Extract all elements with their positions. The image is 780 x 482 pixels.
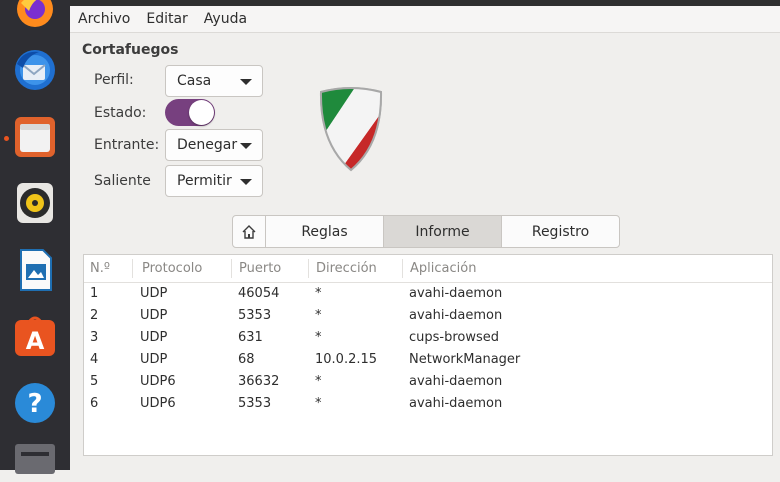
cell-number: 5 — [90, 374, 99, 389]
thunderbird-icon[interactable] — [12, 47, 58, 93]
incoming-label: Entrante: — [94, 137, 160, 153]
cell-application: avahi-daemon — [409, 396, 503, 411]
cell-port: 68 — [238, 352, 255, 367]
outgoing-value: Permitir — [177, 173, 232, 189]
outgoing-label: Saliente — [94, 173, 151, 189]
cell-application: avahi-daemon — [409, 374, 503, 389]
running-indicator — [4, 136, 9, 141]
tab-registro[interactable]: Registro — [501, 216, 619, 247]
view-tabs: Reglas Informe Registro — [232, 215, 620, 248]
cell-number: 4 — [90, 352, 99, 367]
cell-address: * — [315, 396, 322, 411]
outgoing-combo[interactable]: Permitir — [165, 165, 263, 197]
table-row[interactable]: 4 UDP 68 10.0.2.15 NetworkManager — [84, 349, 772, 371]
menu-ayuda[interactable]: Ayuda — [196, 6, 255, 32]
tab-home[interactable] — [233, 216, 265, 247]
status-area — [70, 456, 780, 470]
column-header[interactable]: N.º — [90, 261, 110, 276]
cell-protocol: UDP — [140, 286, 168, 301]
status-label: Estado: — [94, 105, 147, 121]
cell-number: 1 — [90, 286, 99, 301]
report-table: N.º Protocolo Puerto Dirección Aplicació… — [83, 254, 773, 456]
rhythmbox-icon[interactable] — [12, 180, 58, 226]
cell-port: 631 — [238, 330, 263, 345]
libreoffice-impress-icon[interactable] — [12, 247, 58, 293]
svg-text:A: A — [26, 327, 45, 355]
firefox-icon[interactable] — [12, 0, 58, 32]
chevron-down-icon — [240, 179, 252, 185]
cell-application: cups-browsed — [409, 330, 500, 345]
cell-port: 5353 — [238, 396, 272, 411]
toggle-knob — [189, 100, 214, 125]
status-toggle[interactable] — [165, 99, 215, 126]
cell-application: avahi-daemon — [409, 308, 503, 323]
menu-archivo[interactable]: Archivo — [70, 6, 138, 32]
table-row[interactable]: 3 UDP 631 * cups-browsed — [84, 327, 772, 349]
profile-combo[interactable]: Casa — [165, 65, 263, 97]
profile-label: Perfil: — [94, 72, 134, 88]
cell-port: 46054 — [238, 286, 280, 301]
profile-value: Casa — [177, 73, 212, 89]
tab-informe[interactable]: Informe — [383, 216, 501, 247]
cell-protocol: UDP6 — [140, 396, 176, 411]
files-icon[interactable] — [12, 114, 58, 160]
chevron-down-icon — [240, 143, 252, 149]
column-header[interactable]: Aplicación — [410, 261, 476, 276]
cell-address: * — [315, 330, 322, 345]
cell-protocol: UDP — [140, 330, 168, 345]
help-icon[interactable]: ? — [12, 380, 58, 426]
cell-address: 10.0.2.15 — [315, 352, 378, 367]
cell-address: * — [315, 308, 322, 323]
table-row[interactable]: 1 UDP 46054 * avahi-daemon — [84, 283, 772, 305]
cell-protocol: UDP — [140, 308, 168, 323]
table-row[interactable]: 6 UDP6 5353 * avahi-daemon — [84, 393, 772, 415]
incoming-value: Denegar — [177, 137, 238, 153]
home-icon — [242, 224, 256, 239]
table-row[interactable]: 2 UDP 5353 * avahi-daemon — [84, 305, 772, 327]
svg-text:?: ? — [27, 389, 42, 419]
table-row[interactable]: 5 UDP6 36632 * avahi-daemon — [84, 371, 772, 393]
cell-port: 36632 — [238, 374, 280, 389]
cell-application: NetworkManager — [409, 352, 521, 367]
cell-number: 6 — [90, 396, 99, 411]
cell-protocol: UDP6 — [140, 374, 176, 389]
incoming-combo[interactable]: Denegar — [165, 129, 263, 161]
column-header[interactable]: Puerto — [239, 261, 281, 276]
chevron-down-icon — [240, 79, 252, 85]
section-title: Cortafuegos — [82, 42, 179, 58]
cell-number: 3 — [90, 330, 99, 345]
cell-application: avahi-daemon — [409, 286, 503, 301]
menu-bar: Archivo Editar Ayuda — [70, 6, 780, 33]
cell-address: * — [315, 286, 322, 301]
menu-editar[interactable]: Editar — [138, 6, 195, 32]
software-center-icon[interactable]: A — [12, 313, 58, 359]
dock: A ? — [0, 0, 70, 474]
cell-port: 5353 — [238, 308, 272, 323]
cell-number: 2 — [90, 308, 99, 323]
table-header: N.º Protocolo Puerto Dirección Aplicació… — [84, 255, 772, 283]
column-header[interactable]: Protocolo — [142, 261, 202, 276]
shield-logo-icon — [316, 86, 386, 178]
show-apps-icon[interactable] — [12, 436, 58, 482]
column-header[interactable]: Dirección — [316, 261, 377, 276]
cell-protocol: UDP — [140, 352, 168, 367]
tab-reglas[interactable]: Reglas — [265, 216, 383, 247]
cell-address: * — [315, 374, 322, 389]
